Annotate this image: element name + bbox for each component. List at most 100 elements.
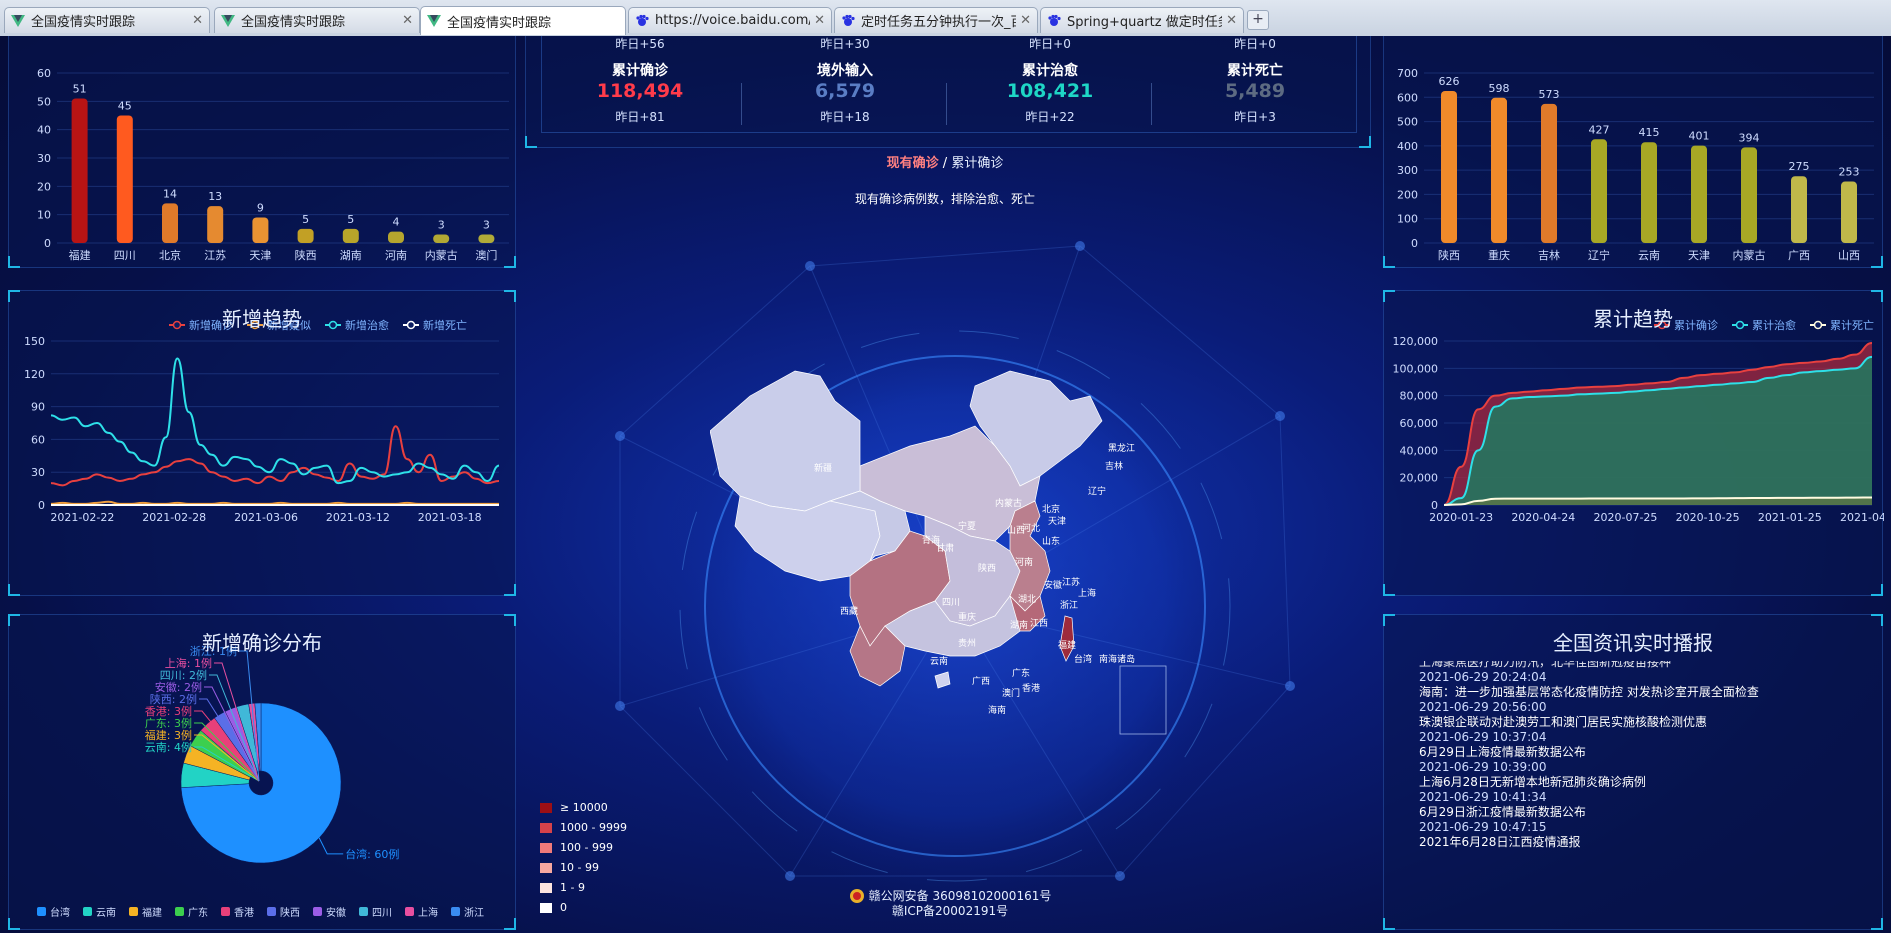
province-label: 西藏 <box>840 605 858 617</box>
province-label: 上海 <box>1078 587 1096 599</box>
footer-icp-record[interactable]: 赣ICP备20002191号 <box>820 904 1080 918</box>
y-tick-label: 60 <box>31 433 45 446</box>
province-label: 福建 <box>1058 639 1076 651</box>
news-headline[interactable]: 海南：进一步加强基层常态化疫情防控 对发热诊室开展全面检查 <box>1419 685 1859 700</box>
x-tick-label: 2021-02-22 <box>50 511 114 524</box>
new-tab-button[interactable]: + <box>1247 10 1269 30</box>
police-badge-icon <box>849 889 864 903</box>
browser-tab-5[interactable]: 定时任务五分钟执行一次_百 ✕ <box>834 7 1038 33</box>
toggle-current[interactable]: 现有确诊 <box>887 156 939 171</box>
province-label: 海南 <box>988 704 1006 716</box>
browser-tab-1[interactable]: 全国疫情实时跟踪 ✕ <box>4 7 210 33</box>
y-tick-label: 120,000 <box>1393 335 1439 348</box>
y-tick-label: 100,000 <box>1393 362 1439 375</box>
map-legend-item[interactable]: 100 - 999 <box>540 841 613 854</box>
map-region-hainan <box>934 671 951 689</box>
bar <box>1591 139 1607 243</box>
legend-label: ≥ 10000 <box>560 801 608 814</box>
bar <box>388 231 404 243</box>
browser-tab-6[interactable]: Spring+quartz 做定时任务 ✕ <box>1040 7 1244 33</box>
y-tick-label: 40,000 <box>1400 444 1439 457</box>
province-label: 贵州 <box>958 637 976 649</box>
legend-marker <box>129 907 138 916</box>
province-label: 天津 <box>1048 516 1066 527</box>
x-tick-label: 湖南 <box>340 249 362 262</box>
news-headline[interactable]: 珠澳银企联动对赴澳劳工和澳门居民实施核酸检测优惠 <box>1419 715 1859 730</box>
province-label: 内蒙古 <box>995 497 1022 509</box>
close-tab-icon[interactable]: ✕ <box>402 13 413 28</box>
yesterday-top: 昨日+30 <box>820 37 870 51</box>
news-date: 2021-06-29 10:39:00 <box>1419 760 1547 774</box>
y-tick-label: 80,000 <box>1400 390 1439 403</box>
province-label: 宁夏 <box>958 520 976 532</box>
y-tick-label: 400 <box>1397 140 1418 153</box>
news-headline[interactable]: 上海6月28日无新增本地新冠肺炎确诊病例 <box>1419 775 1859 790</box>
map-legend-item[interactable]: 10 - 99 <box>540 861 599 874</box>
legend-label: 0 <box>560 901 567 914</box>
map-legend-item[interactable]: 0 <box>540 901 567 914</box>
y-tick-label: 30 <box>37 152 51 165</box>
toggle-cumulative[interactable]: 累计确诊 <box>951 156 1003 171</box>
tab-title: Spring+quartz 做定时任务 <box>1067 15 1223 30</box>
browser-tab-4[interactable]: https://voice.baidu.com/ ✕ <box>628 7 832 33</box>
close-tab-icon[interactable]: ✕ <box>814 13 825 28</box>
map-legend-item[interactable]: 1 - 9 <box>540 881 585 894</box>
bar <box>71 98 88 243</box>
close-tab-icon[interactable]: ✕ <box>192 13 203 28</box>
vue-icon <box>427 15 441 27</box>
x-tick-label: 内蒙古 <box>1733 248 1766 262</box>
legend-label: 陕西 <box>280 906 300 919</box>
x-tick-label: 辽宁 <box>1588 248 1610 262</box>
bar <box>433 234 450 243</box>
province-label: 广西 <box>972 675 990 687</box>
vue-icon <box>221 14 235 27</box>
x-tick-label: 2021-02-28 <box>142 511 206 524</box>
province-label: 重庆 <box>958 611 976 623</box>
news-headline[interactable]: 6月29日浙江疫情最新数据公布 <box>1419 805 1859 820</box>
map-legend-item[interactable]: 1000 - 9999 <box>540 821 627 834</box>
close-tab-icon[interactable]: ✕ <box>1020 13 1031 28</box>
baidu-icon <box>842 14 855 26</box>
toggle-separator: / <box>938 156 952 171</box>
legend-label: 福建 <box>142 906 162 919</box>
close-tab-icon[interactable]: ✕ <box>1226 13 1237 28</box>
stat-value: 5,489 <box>1224 80 1286 102</box>
bar-value-label: 573 <box>1539 88 1560 101</box>
tab-title: 全国疫情实时跟踪 <box>241 15 346 30</box>
y-tick-label: 90 <box>31 401 45 414</box>
china-map[interactable]: 新疆 西藏 青海 甘肃 宁夏 内蒙古 黑龙江 吉林 辽宁 北京 天津 河北 山西… <box>710 326 1210 766</box>
province-label: 四川 <box>942 598 960 608</box>
province-label: 甘肃 <box>936 542 954 554</box>
legend-marker <box>83 907 92 916</box>
cumulative-chart: 020,00040,00060,00080,000100,000120,0002… <box>1393 318 1891 524</box>
y-tick-label: 10 <box>37 209 51 222</box>
news-headline[interactable]: 2021年6月28日江西疫情通报 <box>1419 835 1859 850</box>
news-headline[interactable]: 6月29日上海疫情最新数据公布 <box>1419 745 1859 760</box>
series-line <box>50 357 500 485</box>
province-label: 湖北 <box>1018 594 1036 605</box>
bar-value-label: 415 <box>1639 126 1660 139</box>
province-bar-panel: 0 10 20 30 40 50 60 51 福建 45 四川 14 北京 13 江苏 9 天津 5 陕西 5 湖南 4 河… <box>8 36 516 268</box>
legend-label: 10 - 99 <box>560 861 599 874</box>
map-toggle: 现有确诊 / 累计确诊 <box>800 152 1090 171</box>
y-tick-label: 20,000 <box>1400 472 1439 485</box>
province-label: 安徽 <box>1044 579 1062 591</box>
cumulative-title: 累计趋势 <box>1593 307 1673 331</box>
map-legend-item[interactable]: ≥ 10000 <box>540 801 608 814</box>
y-tick-label: 100 <box>1397 213 1418 226</box>
bar <box>116 115 133 243</box>
x-tick-label: 山西 <box>1838 249 1860 262</box>
browser-tab-3[interactable]: 全国疫情实时跟踪 <box>420 6 626 35</box>
province-label: 河南 <box>1015 556 1033 568</box>
legend-label: 广东 <box>188 906 208 919</box>
cumulative-panel: 累计趋势 0 20,000 40,000 60,000 80,000 100,000 120… <box>1383 290 1891 596</box>
legend-label: 上海 <box>418 906 438 919</box>
yesterday-top: 昨日+56 <box>615 37 665 51</box>
browser-tab-2[interactable]: 全国疫情实时跟踪 ✕ <box>214 7 420 33</box>
bar-value-label: 598 <box>1489 82 1510 95</box>
x-tick-label: 2020-07-25 <box>1594 511 1658 524</box>
footer-police-record[interactable]: 赣公网安备 36098102000161号 <box>869 889 1052 903</box>
dashboard: 0 10 20 30 40 50 60 51 福建 45 四川 14 北京 13 江苏 9 天津 5 陕西 5 湖南 4 河… <box>0 36 1891 933</box>
news-ticker[interactable]: 上海聚焦医疗助力防汛，北华佳图新冠疫苗接种 2021-06-29 20:24:0… <box>1419 661 1859 861</box>
news-list: 2021-06-29 20:24:04 海南：进一步加强基层常态化疫情防控 对发… <box>1419 670 1859 850</box>
